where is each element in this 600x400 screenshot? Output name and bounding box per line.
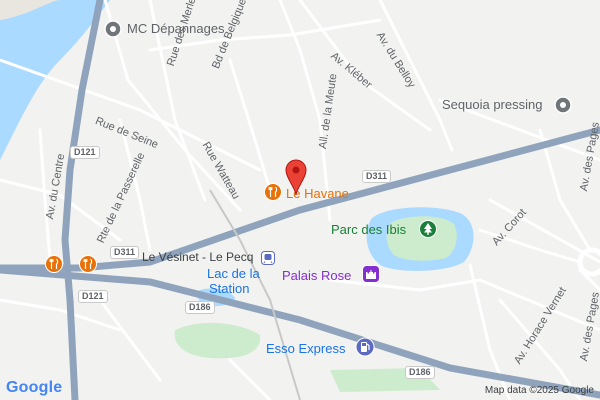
restaurant-icon[interactable] — [264, 183, 282, 201]
d186-road — [0, 266, 600, 399]
park-area — [174, 322, 261, 359]
park-tree-icon[interactable] — [419, 220, 437, 238]
poi-label-mc-depannages[interactable]: MC Dépannages — [127, 21, 225, 36]
castle-icon[interactable] — [362, 265, 380, 283]
train-icon[interactable] — [261, 251, 275, 265]
red-map-pin-icon[interactable] — [285, 159, 307, 197]
restaurant-icon[interactable] — [79, 255, 97, 273]
d121-road — [61, 0, 104, 400]
google-logo-text: Google — [6, 379, 63, 396]
road-shield-d311-a: D311 — [362, 170, 392, 183]
transit-station-label[interactable]: Le Vésinet - Le Pecq — [142, 250, 253, 264]
poi-label-parc-des-ibis[interactable]: Parc des Ibis — [331, 222, 406, 237]
restaurant-icon[interactable] — [45, 255, 63, 273]
map-pin-icon[interactable] — [553, 95, 573, 115]
map-attribution[interactable]: Map data ©2025 Google — [485, 385, 594, 396]
map-pin-icon[interactable] — [103, 19, 123, 39]
poi-label-sequoia[interactable]: Sequoia pressing — [442, 97, 542, 112]
poi-label-palais-rose[interactable]: Palais Rose — [282, 268, 351, 283]
road-shield-d186-b: D186 — [405, 366, 435, 379]
gas-station-icon[interactable] — [355, 337, 375, 357]
poi-label-lac-line2: Station — [209, 281, 250, 296]
road-shield-d121-a: D121 — [70, 146, 100, 159]
poi-label-esso[interactable]: Esso Express — [266, 341, 345, 356]
road-shield-d186-a: D186 — [185, 301, 215, 314]
road-shield-d121-b: D121 — [78, 290, 108, 303]
google-logo: Google — [6, 379, 62, 397]
map-canvas[interactable]: Rue des Merlettes Bd de Belgique Rue Wat… — [0, 0, 600, 400]
poi-label-lac-line1: Lac de la — [207, 266, 260, 281]
road-shield-d311-b: D311 — [110, 246, 140, 259]
